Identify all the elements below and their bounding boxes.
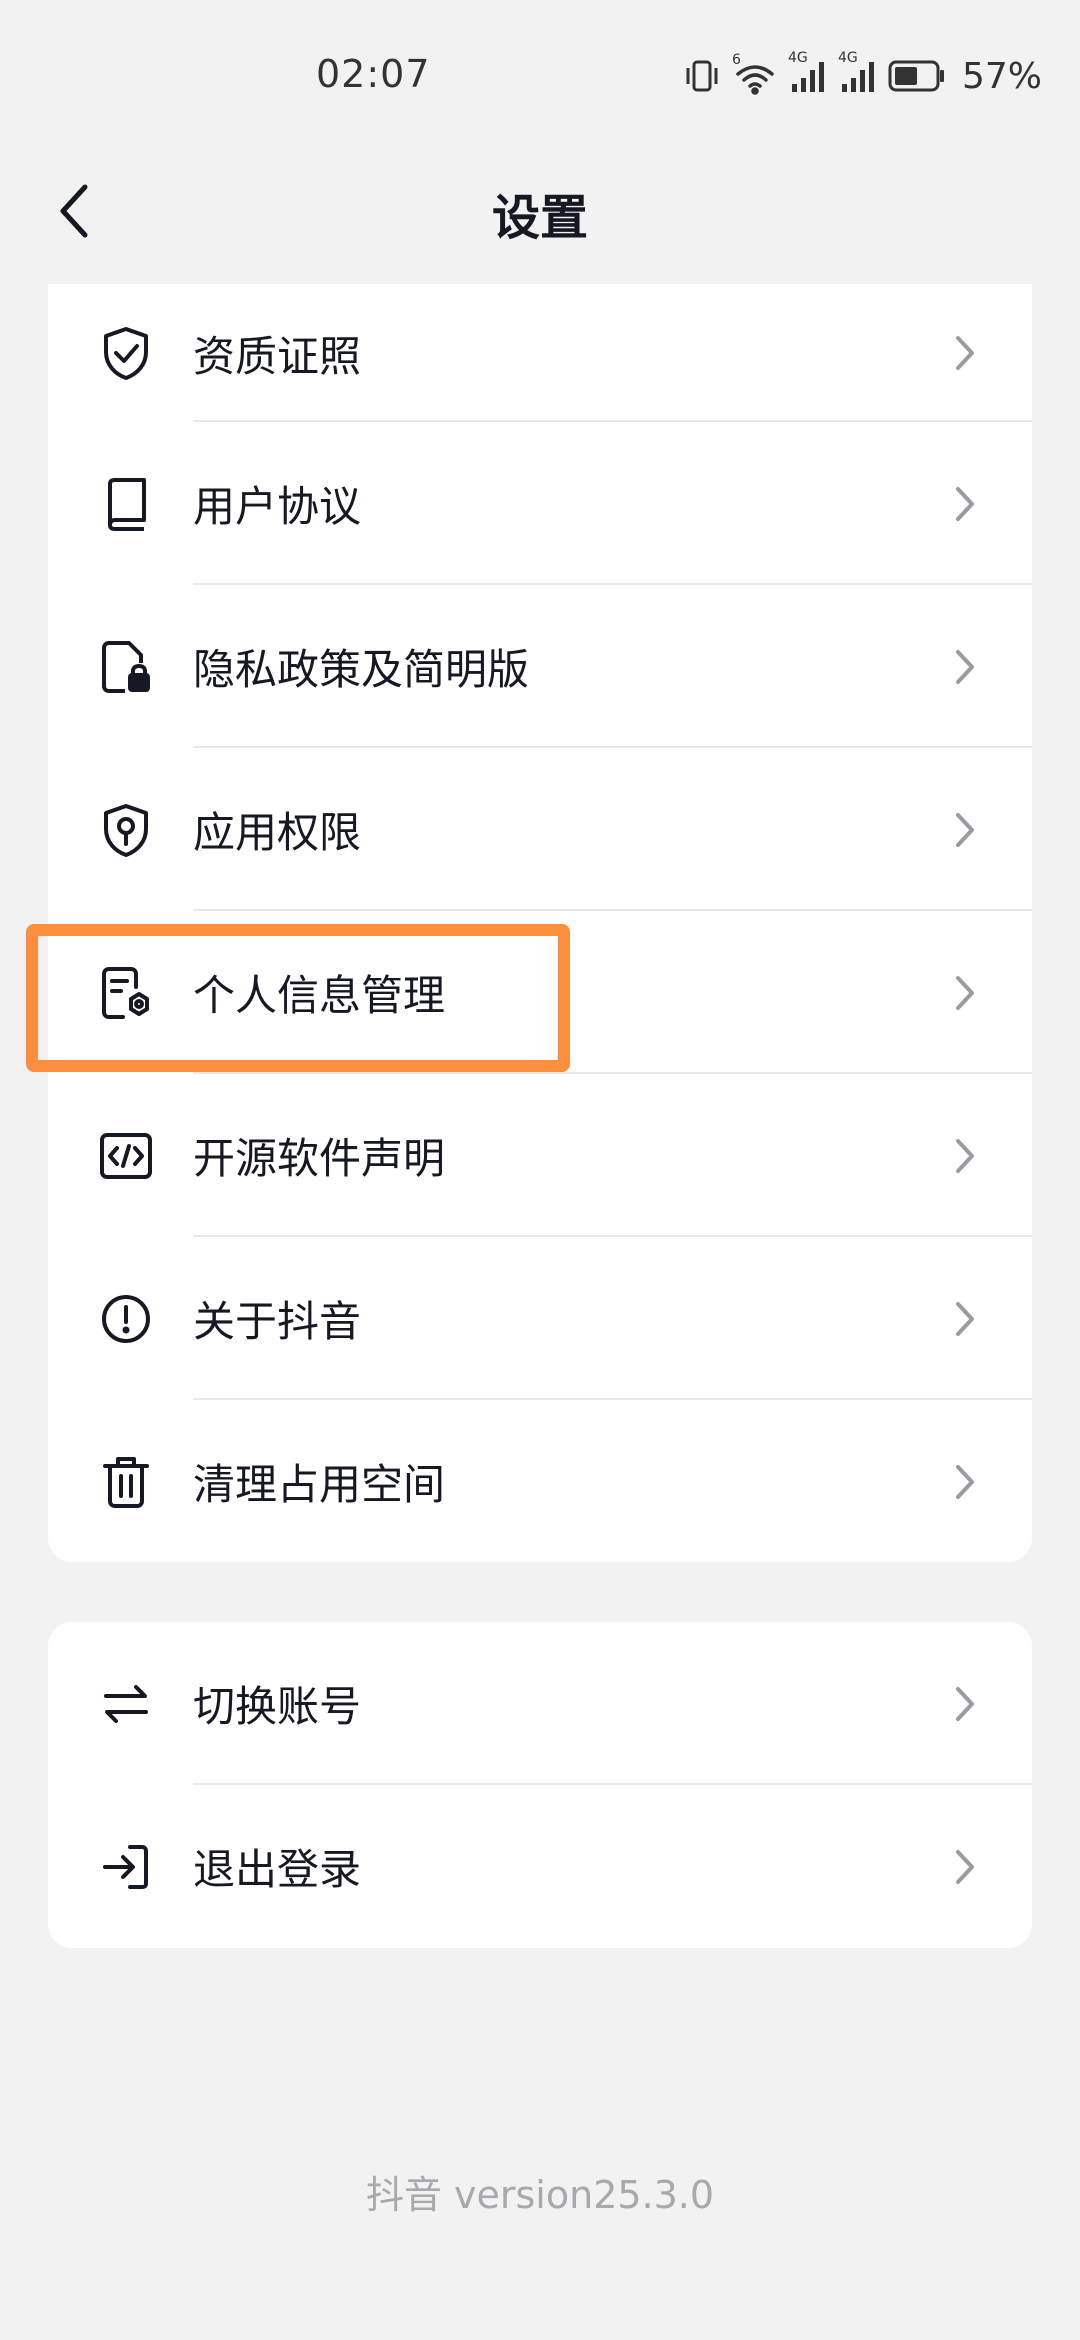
page-title: 设置 [491,190,588,246]
settings-item-clear-storage[interactable]: 清理占用空间 [48,1400,1032,1562]
settings-item-label: 切换账号 [193,1682,362,1731]
shield-person-icon [98,802,154,858]
settings-item-label: 应用权限 [193,808,362,857]
chevron-right-icon [950,647,980,687]
info-circle-icon [98,1291,154,1347]
settings-item-app-permissions[interactable]: 应用权限 [48,748,1032,911]
switch-arrows-icon [98,1676,154,1732]
signal-2: 4G [838,50,878,96]
code-icon [98,1128,154,1184]
chevron-right-icon [950,973,980,1013]
chevron-right-icon [950,1136,980,1176]
settings-item-label: 关于抖音 [193,1297,362,1346]
settings-item-open-source[interactable]: 开源软件声明 [48,1074,1032,1237]
trash-icon [98,1454,154,1510]
chevron-right-icon [950,810,980,850]
settings-item-logout[interactable]: 退出登录 [48,1785,1032,1948]
network-type-2: 4G [837,50,858,66]
signal-1: 4G [788,50,828,96]
shield-check-icon [98,325,154,381]
settings-item-personal-info[interactable]: 个人信息管理 [48,911,1032,1074]
wifi-badge: 6 [731,52,741,68]
chevron-right-icon [950,1299,980,1339]
chevron-right-icon [950,1847,980,1887]
settings-item-user-agreement[interactable]: 用户协议 [48,422,1032,585]
wifi-icon: 6 [732,52,778,96]
settings-item-label: 个人信息管理 [193,971,446,1020]
version-text: 抖音 version25.3.0 [365,2173,715,2217]
settings-item-label: 退出登录 [193,1845,362,1894]
document-settings-icon [98,965,154,1021]
settings-item-qualification[interactable]: 资质证照 [48,284,1032,422]
settings-item-label: 隐私政策及简明版 [193,645,530,694]
settings-page: 02:07 6 4G 4G 57% 设置 资质证照 用户协议 隐私政策及简明版 … [0,0,1080,2340]
battery-icon [888,59,946,93]
chevron-right-icon [950,1462,980,1502]
settings-item-label: 资质证照 [193,331,362,381]
chevron-right-icon [950,1684,980,1724]
settings-item-label: 用户协议 [193,482,362,531]
settings-item-privacy-policy[interactable]: 隐私政策及简明版 [48,585,1032,748]
account-card: 切换账号 退出登录 [48,1622,1032,1948]
settings-item-about[interactable]: 关于抖音 [48,1237,1032,1400]
settings-item-switch-account[interactable]: 切换账号 [48,1622,1032,1785]
nav-bar: 设置 [0,150,1080,270]
settings-list-card: 资质证照 用户协议 隐私政策及简明版 应用权限 个人信息管理 开源软件声明 关于… [48,284,1032,1562]
chevron-right-icon [950,333,980,373]
network-type-1: 4G [787,50,808,66]
logout-icon [98,1839,154,1895]
book-icon [98,476,154,532]
battery-percent: 57% [961,55,1042,97]
chevron-right-icon [950,484,980,524]
status-icons: 6 4G 4G 57% [682,50,1042,98]
vibrate-icon [682,56,722,96]
status-time: 02:07 [316,52,431,96]
settings-item-label: 开源软件声明 [193,1134,446,1183]
settings-item-label: 清理占用空间 [193,1460,446,1509]
document-lock-icon [98,639,154,695]
status-bar: 02:07 6 4G 4G 57% [0,0,1080,150]
